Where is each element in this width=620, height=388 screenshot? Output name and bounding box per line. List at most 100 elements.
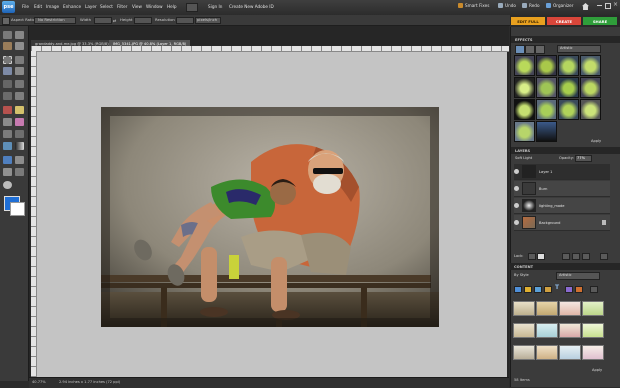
effect-thumb[interactable] <box>558 55 579 76</box>
content-apply-button[interactable]: Apply <box>592 368 602 372</box>
tab-share[interactable]: SHARE <box>583 17 617 25</box>
home-icon[interactable] <box>582 3 589 10</box>
layers-panel-header[interactable]: LAYERS <box>511 147 620 154</box>
sponge-tool-icon[interactable] <box>3 168 12 176</box>
content-thumb[interactable] <box>536 323 558 338</box>
visibility-eye-icon[interactable] <box>514 203 519 208</box>
effect-thumb[interactable] <box>514 77 535 98</box>
tab-create[interactable]: CREATE <box>547 17 581 25</box>
lock-all-icon[interactable] <box>537 253 545 260</box>
menu-window[interactable]: Window <box>146 4 163 9</box>
lock-pixels-icon[interactable] <box>528 253 536 260</box>
effect-thumb[interactable] <box>558 77 579 98</box>
effect-thumb[interactable] <box>558 99 579 120</box>
menu-enhance[interactable]: Enhance <box>63 4 81 9</box>
layer-row[interactable]: Layer 1 <box>514 164 610 180</box>
type-tool-icon[interactable] <box>3 80 12 88</box>
effect-thumb[interactable] <box>514 99 535 120</box>
menu-file[interactable]: File <box>22 4 29 9</box>
effects-photo-icon[interactable] <box>535 45 545 54</box>
content-thumb[interactable] <box>559 345 581 360</box>
sign-in-link[interactable]: Sign In <box>208 4 222 9</box>
swap-icon[interactable]: ⇄ <box>113 18 116 23</box>
text-icon[interactable]: T <box>555 284 559 291</box>
smart-brush-tool-icon[interactable] <box>15 130 24 138</box>
resolution-field[interactable] <box>176 17 194 24</box>
arrange-icon[interactable] <box>186 3 198 12</box>
close-icon[interactable]: × <box>613 1 618 8</box>
menu-view[interactable]: View <box>132 4 142 9</box>
effects-panel-header[interactable]: EFFECTS <box>511 36 620 43</box>
content-thumb[interactable] <box>559 301 581 316</box>
effects-apply-button[interactable]: Apply <box>591 139 601 143</box>
width-field[interactable] <box>94 17 112 24</box>
paint-bucket-tool-icon[interactable] <box>3 142 12 150</box>
content-thumb[interactable] <box>513 345 535 360</box>
content-thumb[interactable] <box>582 345 604 360</box>
layer-row[interactable]: Burn <box>514 181 610 197</box>
cookie-cutter-tool-icon[interactable] <box>3 92 12 100</box>
magic-wand-tool-icon[interactable] <box>3 67 12 75</box>
content-thumb[interactable] <box>582 323 604 338</box>
effect-thumb[interactable] <box>536 99 557 120</box>
menu-select[interactable]: Select <box>100 4 113 9</box>
undo-button[interactable]: Undo <box>498 3 516 8</box>
crop-tool-icon[interactable] <box>15 80 24 88</box>
red-eye-tool-icon[interactable] <box>3 106 12 114</box>
adjustment-layer-icon[interactable] <box>572 253 580 260</box>
layer-row[interactable]: lighting_mode <box>514 198 610 214</box>
content-thumb[interactable] <box>582 301 604 316</box>
favorites-icon[interactable] <box>590 286 598 293</box>
eyedropper-tool-icon[interactable] <box>3 42 12 50</box>
menu-image[interactable]: Image <box>46 4 59 9</box>
effect-thumb[interactable] <box>580 55 601 76</box>
eraser-tool-icon[interactable] <box>15 118 24 126</box>
default-colors-icon[interactable] <box>3 181 12 189</box>
new-layer-icon[interactable] <box>562 253 570 260</box>
content-panel-header[interactable]: CONTENT <box>510 263 620 270</box>
quick-selection-tool-icon[interactable] <box>15 67 24 75</box>
visibility-eye-icon[interactable] <box>514 169 519 174</box>
straighten-tool-icon[interactable] <box>15 92 24 100</box>
healing-brush-tool-icon[interactable] <box>15 106 24 114</box>
menu-edit[interactable]: Edit <box>34 4 42 9</box>
backgrounds-icon[interactable] <box>514 286 522 293</box>
effects-filter-icon[interactable] <box>515 45 525 54</box>
effects-style-icon[interactable] <box>525 45 535 54</box>
shape-tool-icon[interactable] <box>3 156 12 164</box>
smart-fixes-button[interactable]: Smart Fixes <box>458 3 489 8</box>
graphics-icon[interactable] <box>534 286 542 293</box>
content-filter-select[interactable]: Artistic <box>556 272 600 280</box>
effect-thumb[interactable] <box>580 99 601 120</box>
organizer-button[interactable]: Organizer <box>546 3 573 8</box>
blend-mode-select[interactable]: Soft Light <box>515 156 532 160</box>
effects-icon[interactable] <box>575 286 583 293</box>
effect-thumb[interactable] <box>536 121 557 142</box>
themes-icon[interactable] <box>565 286 573 293</box>
effects-category-select[interactable]: Artistic <box>557 45 601 53</box>
hand-tool-icon[interactable] <box>15 31 24 39</box>
minimize-icon[interactable] <box>597 5 602 6</box>
content-thumb[interactable] <box>559 323 581 338</box>
menu-filter[interactable]: Filter <box>117 4 127 9</box>
marquee-tool-icon[interactable] <box>3 56 12 64</box>
create-id-link[interactable]: Create New Adobe ID <box>229 4 274 9</box>
gradient-tool-icon[interactable] <box>15 142 24 150</box>
opacity-field[interactable]: 77% <box>575 155 592 162</box>
menu-layer[interactable]: Layer <box>85 4 97 9</box>
layer-row[interactable]: Background <box>514 215 610 231</box>
clone-stamp-tool-icon[interactable] <box>3 118 12 126</box>
delete-layer-icon[interactable] <box>600 253 608 260</box>
effect-thumb[interactable] <box>514 121 535 142</box>
visibility-eye-icon[interactable] <box>514 186 519 191</box>
content-sort-select[interactable]: By Style <box>514 273 529 277</box>
lasso-tool-icon[interactable] <box>15 56 24 64</box>
menu-help[interactable]: Help <box>167 4 177 9</box>
pencil-tool-icon[interactable] <box>15 168 24 176</box>
content-thumb[interactable] <box>536 301 558 316</box>
frames-icon[interactable] <box>524 286 532 293</box>
link-layers-icon[interactable] <box>582 253 590 260</box>
tab-edit-full[interactable]: EDIT FULL <box>511 17 545 25</box>
content-thumb[interactable] <box>513 301 535 316</box>
zoom-readout[interactable]: 40.77% <box>32 380 46 384</box>
